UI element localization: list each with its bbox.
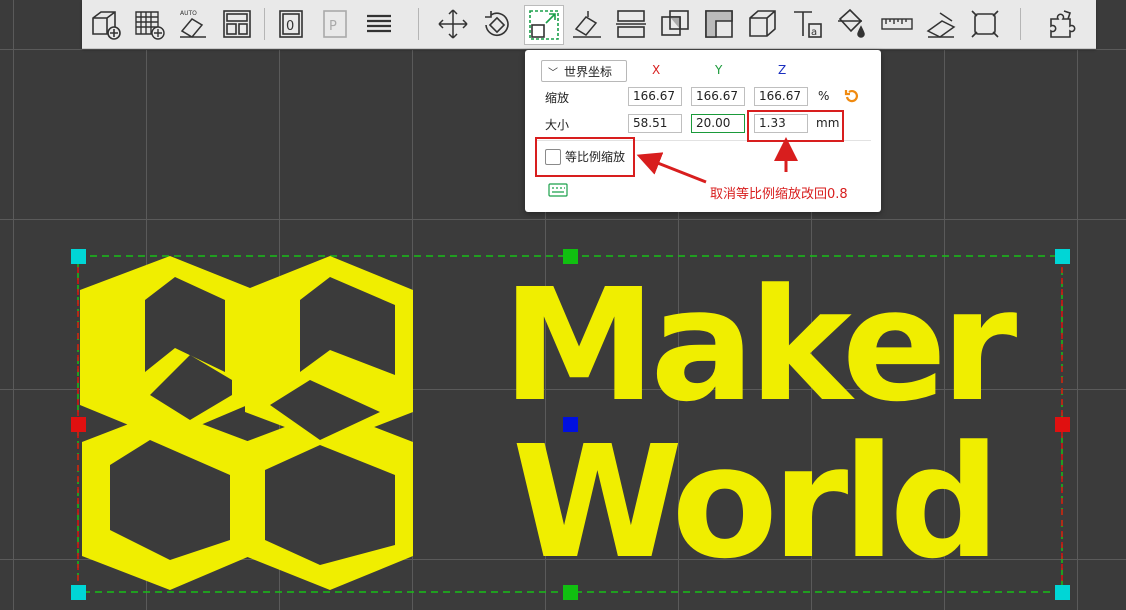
scale-x-input[interactable]: 166.67 bbox=[628, 87, 682, 106]
chevron-down-icon: ﹀ bbox=[548, 67, 558, 79]
handle-top-right[interactable] bbox=[1055, 249, 1070, 264]
measure-icon[interactable] bbox=[878, 5, 916, 43]
layers-icon[interactable] bbox=[360, 5, 398, 43]
puzzle-icon[interactable] bbox=[1044, 5, 1082, 43]
axis-z-label: Z bbox=[778, 63, 787, 77]
scale-z-input[interactable]: 166.67 bbox=[754, 87, 808, 106]
handle-bottom-left[interactable] bbox=[71, 585, 86, 600]
toolbar-separator bbox=[264, 8, 265, 40]
handle-top-left[interactable] bbox=[71, 249, 86, 264]
toolbar-separator bbox=[1020, 8, 1021, 40]
assembly-icon[interactable] bbox=[966, 5, 1004, 43]
handle-top-center[interactable] bbox=[563, 249, 578, 264]
seam-paint-icon[interactable] bbox=[922, 5, 960, 43]
handle-bottom-right[interactable] bbox=[1055, 585, 1070, 600]
main-toolbar: AUTO 0 P a bbox=[82, 0, 1096, 49]
reset-scale-icon[interactable] bbox=[843, 87, 861, 105]
scale-row-label: 缩放 bbox=[545, 91, 570, 105]
scale-y-input[interactable]: 166.67 bbox=[691, 87, 745, 106]
axis-x-label: X bbox=[652, 63, 661, 77]
size-y-input[interactable]: 20.00 bbox=[691, 114, 745, 133]
svg-text:0: 0 bbox=[286, 19, 294, 34]
annotation-box-uniform-scale bbox=[535, 137, 635, 177]
coordinate-system-dropdown[interactable]: ﹀ 世界坐标 bbox=[541, 60, 627, 82]
cut-icon[interactable] bbox=[656, 5, 694, 43]
annotation-box-size-z bbox=[747, 110, 844, 142]
axis-y-label: Y bbox=[715, 63, 723, 77]
size-row-label: 大小 bbox=[545, 118, 570, 132]
support-paint-icon[interactable] bbox=[744, 5, 782, 43]
rotate-icon[interactable] bbox=[478, 5, 516, 43]
place-on-face-icon[interactable] bbox=[568, 5, 606, 43]
scale-unit: % bbox=[818, 89, 830, 103]
handle-middle-right[interactable] bbox=[1055, 417, 1070, 432]
boolean-icon[interactable] bbox=[700, 5, 738, 43]
handle-middle-left[interactable] bbox=[71, 417, 86, 432]
text-icon[interactable]: a bbox=[788, 5, 826, 43]
keyboard-icon[interactable] bbox=[548, 182, 568, 197]
toolbar-separator bbox=[418, 8, 419, 40]
handle-bottom-center[interactable] bbox=[563, 585, 578, 600]
svg-text:P: P bbox=[329, 19, 337, 34]
handle-center[interactable] bbox=[563, 417, 578, 432]
plate-zero-icon[interactable]: 0 bbox=[272, 5, 310, 43]
annotation-text: 取消等比例缩放改回0.8 bbox=[710, 187, 848, 202]
size-x-input[interactable]: 58.51 bbox=[628, 114, 682, 133]
svg-text:AUTO: AUTO bbox=[180, 10, 197, 17]
auto-orient-icon[interactable]: AUTO bbox=[174, 5, 212, 43]
move-icon[interactable] bbox=[434, 5, 472, 43]
model-text-line-2: World bbox=[512, 412, 1000, 593]
model-text-line-1: Maker bbox=[502, 255, 1017, 436]
coordinate-system-label: 世界坐标 bbox=[564, 64, 613, 79]
add-grid-icon[interactable] bbox=[130, 5, 168, 43]
split-icon[interactable] bbox=[612, 5, 650, 43]
svg-text:a: a bbox=[811, 27, 817, 38]
color-paint-icon[interactable] bbox=[832, 5, 870, 43]
arrange-icon[interactable] bbox=[218, 5, 256, 43]
add-cube-icon[interactable] bbox=[86, 5, 124, 43]
plate-p-icon[interactable]: P bbox=[316, 5, 354, 43]
scale-icon[interactable] bbox=[524, 5, 564, 45]
